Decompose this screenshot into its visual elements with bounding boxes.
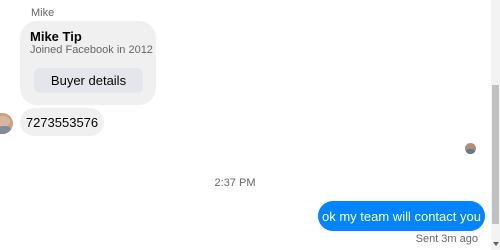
message-timestamp: 2:37 PM [214,177,256,189]
sender-avatar[interactable] [0,113,13,134]
scroll-down-arrow-icon[interactable] [493,242,499,246]
sent-status: Sent 3m ago [415,233,478,245]
incoming-message-bubble[interactable]: 7273553576 [20,108,104,136]
profile-card: Mike Tip Joined Facebook in 2012 Buyer d… [20,21,156,105]
sender-name: Mike [31,7,55,19]
profile-name: Mike Tip [30,29,82,44]
chat-thread: Mike Mike Tip Joined Facebook in 2012 Bu… [0,0,500,250]
buyer-details-button[interactable]: Buyer details [34,68,143,93]
outgoing-message-bubble[interactable]: ok my team will contact you [318,201,485,231]
scrollbar-thumb[interactable] [492,85,499,224]
scrollbar[interactable] [491,0,500,250]
seen-avatar-icon [465,143,476,154]
profile-joined-info: Joined Facebook in 2012 [30,44,153,56]
